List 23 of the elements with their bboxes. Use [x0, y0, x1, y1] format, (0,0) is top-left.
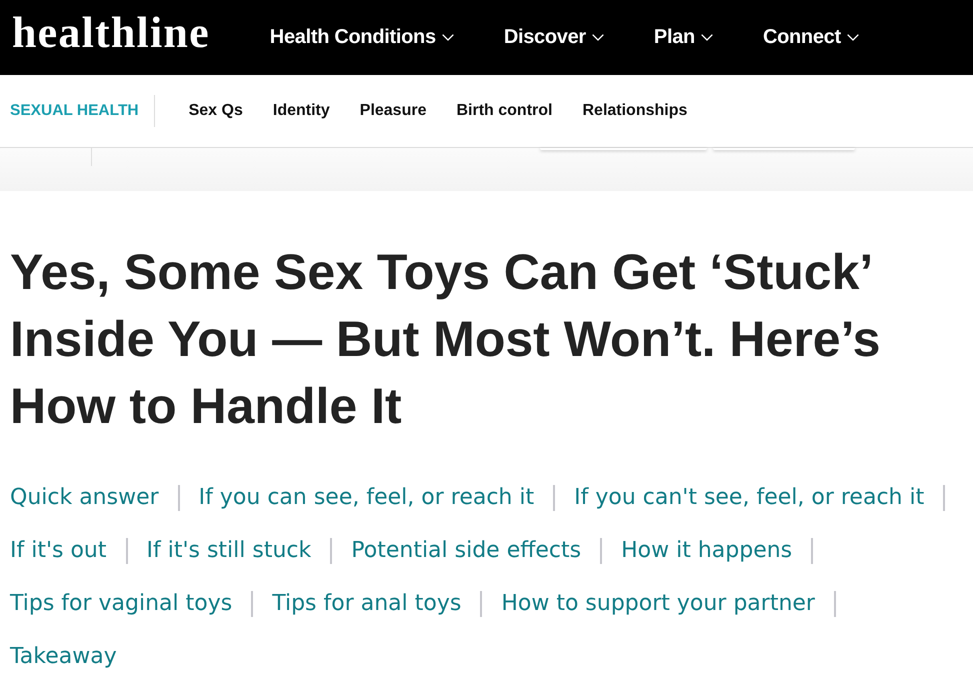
section-nav-link[interactable]: Relationships	[582, 102, 688, 120]
nav-menu-button[interactable]: Health Conditions	[270, 22, 454, 53]
section-nav-link[interactable]: Sex Qs	[188, 102, 243, 120]
section-nav-link[interactable]: Identity	[272, 102, 330, 120]
article-title: Yes, Some Sex Toys Can Get ‘Stuck’ Inside You — But Most Won’t. Here’s How to Handle It	[10, 243, 882, 436]
table-of-contents-link[interactable]: Tips for vaginal toys	[10, 591, 232, 616]
table-of-contents-link[interactable]: Tips for anal toys	[272, 591, 462, 616]
section-nav-link[interactable]: Pleasure	[360, 102, 426, 120]
table-of-contents-link[interactable]: If it's still stuck	[146, 538, 312, 563]
table-of-contents-link[interactable]: Takeaway	[10, 644, 117, 669]
nav-menu-button[interactable]: Discover	[504, 22, 604, 53]
section-nav-link[interactable]: Birth control	[456, 102, 552, 120]
table-of-contents-link[interactable]: If you can see, feel, or reach it	[198, 485, 534, 510]
nav-menu-button[interactable]: Connect	[762, 22, 859, 53]
table-of-contents-link[interactable]: How it happens	[621, 538, 792, 563]
table-of-contents-link[interactable]: If you can't see, feel, or reach it	[574, 485, 924, 510]
table-of-contents-link[interactable]: Quick answer	[10, 485, 159, 510]
nav-menu-button[interactable]: Plan	[654, 22, 713, 53]
table-of-contents-link[interactable]: Potential side effects	[351, 538, 582, 563]
section-title-link[interactable]: SEXUAL HEALTH	[10, 102, 139, 120]
table-of-contents-link[interactable]: If it's out	[10, 538, 106, 563]
logo[interactable]: healthline	[12, 10, 210, 54]
table-of-contents-link[interactable]: How to support your partner	[501, 591, 815, 616]
